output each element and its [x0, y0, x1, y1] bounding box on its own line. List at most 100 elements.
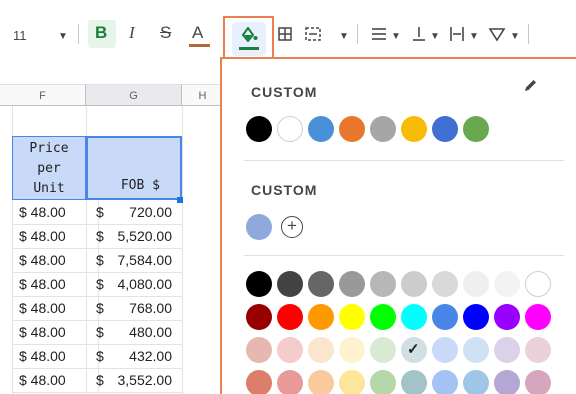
- fob-amount-cell[interactable]: 4,080.00: [118, 273, 173, 296]
- custom-color-swatch[interactable]: [463, 116, 489, 142]
- italic-icon[interactable]: I: [129, 22, 135, 44]
- font-size-value[interactable]: 11: [13, 25, 27, 47]
- fob-currency-symbol[interactable]: $: [96, 345, 104, 368]
- fob-amount-cell[interactable]: 5,520.00: [118, 225, 173, 248]
- horizontal-align-icon[interactable]: [371, 27, 387, 41]
- color-swatch[interactable]: [370, 370, 396, 394]
- color-swatch[interactable]: [339, 271, 365, 297]
- custom-color-swatch[interactable]: [401, 116, 427, 142]
- color-swatch[interactable]: [525, 304, 551, 330]
- color-swatch[interactable]: [308, 370, 334, 394]
- fob-amount-cell[interactable]: 480.00: [129, 321, 172, 344]
- fob-currency-symbol[interactable]: $: [96, 369, 104, 392]
- cell-fob-header[interactable]: FOB $: [86, 136, 182, 200]
- color-swatch[interactable]: [277, 271, 303, 297]
- color-swatch[interactable]: [463, 337, 489, 363]
- color-swatch[interactable]: [432, 271, 458, 297]
- color-swatch[interactable]: [432, 304, 458, 330]
- fob-amount-cell[interactable]: 432.00: [129, 345, 172, 368]
- color-swatch[interactable]: [277, 370, 303, 394]
- merge-cells-icon[interactable]: [305, 27, 321, 41]
- fob-currency-symbol[interactable]: $: [96, 249, 104, 272]
- bold-icon[interactable]: B: [95, 22, 107, 44]
- color-swatch[interactable]: [525, 271, 551, 297]
- price-cell[interactable]: $ 48.00: [19, 345, 66, 368]
- color-swatch[interactable]: ✓: [401, 337, 427, 363]
- toolbar-divider: [78, 24, 79, 44]
- color-swatch[interactable]: [246, 304, 272, 330]
- color-swatch[interactable]: [525, 337, 551, 363]
- caret-down-icon[interactable]: ▼: [510, 26, 520, 48]
- color-swatch[interactable]: [463, 304, 489, 330]
- borders-icon[interactable]: [278, 27, 292, 41]
- caret-down-icon[interactable]: ▼: [339, 26, 349, 48]
- color-swatch[interactable]: [494, 271, 520, 297]
- color-swatch[interactable]: [401, 304, 427, 330]
- fob-amount-cell[interactable]: 720.00: [129, 201, 172, 224]
- color-swatch[interactable]: [339, 337, 365, 363]
- price-cell[interactable]: $ 48.00: [19, 297, 66, 320]
- price-cell[interactable]: $ 48.00: [19, 321, 66, 344]
- price-cell[interactable]: $ 48.00: [19, 201, 66, 224]
- color-swatch[interactable]: [246, 337, 272, 363]
- color-swatch[interactable]: [463, 370, 489, 394]
- color-swatch[interactable]: [401, 370, 427, 394]
- color-swatch[interactable]: [401, 271, 427, 297]
- custom-color-swatch[interactable]: [308, 116, 334, 142]
- fob-currency-symbol[interactable]: $: [96, 297, 104, 320]
- fob-amount-cell[interactable]: 768.00: [129, 297, 172, 320]
- fill-color-button[interactable]: [223, 16, 274, 59]
- color-swatch[interactable]: [494, 370, 520, 394]
- column-header-g[interactable]: G: [86, 84, 182, 106]
- color-swatch[interactable]: [339, 370, 365, 394]
- cell-price-per-unit-header[interactable]: Price per Unit: [12, 136, 86, 200]
- edit-pencil-icon[interactable]: [523, 78, 538, 93]
- price-cell[interactable]: $ 48.00: [19, 273, 66, 296]
- fob-amount-cell[interactable]: 7,584.00: [118, 249, 173, 272]
- color-swatch[interactable]: [494, 304, 520, 330]
- custom-color-swatch[interactable]: [246, 116, 272, 142]
- fob-currency-symbol[interactable]: $: [96, 273, 104, 296]
- color-swatch[interactable]: [308, 271, 334, 297]
- color-swatch[interactable]: [246, 370, 272, 394]
- color-swatch[interactable]: [308, 304, 334, 330]
- fob-currency-symbol[interactable]: $: [96, 201, 104, 224]
- column-header-h[interactable]: H: [182, 84, 223, 106]
- color-swatch[interactable]: [370, 304, 396, 330]
- color-swatch[interactable]: [432, 370, 458, 394]
- custom-color-swatch[interactable]: [432, 116, 458, 142]
- text-rotation-icon[interactable]: [488, 26, 506, 42]
- custom-color-swatch[interactable]: [339, 116, 365, 142]
- caret-down-icon[interactable]: ▼: [391, 26, 401, 48]
- fob-amount-cell[interactable]: 3,552.00: [118, 369, 173, 392]
- header-line: Price: [29, 141, 69, 156]
- fob-currency-symbol[interactable]: $: [96, 321, 104, 344]
- caret-down-icon[interactable]: ▼: [58, 26, 68, 48]
- price-cell[interactable]: $ 48.00: [19, 369, 66, 392]
- color-swatch[interactable]: [463, 271, 489, 297]
- strikethrough-icon[interactable]: S: [160, 22, 171, 44]
- fob-currency-symbol[interactable]: $: [96, 225, 104, 248]
- text-wrap-icon[interactable]: [449, 26, 465, 42]
- color-swatch[interactable]: [277, 304, 303, 330]
- price-cell[interactable]: $ 48.00: [19, 249, 66, 272]
- caret-down-icon[interactable]: ▼: [430, 26, 440, 48]
- text-color-icon[interactable]: A: [192, 22, 203, 44]
- caret-down-icon[interactable]: ▼: [469, 26, 479, 48]
- column-header-f[interactable]: F: [0, 84, 86, 106]
- custom-color-swatch[interactable]: [370, 116, 396, 142]
- price-cell[interactable]: $ 48.00: [19, 225, 66, 248]
- custom-color-swatch[interactable]: [246, 214, 272, 240]
- color-swatch[interactable]: [370, 337, 396, 363]
- color-swatch[interactable]: [277, 337, 303, 363]
- color-swatch[interactable]: [525, 370, 551, 394]
- color-swatch[interactable]: [494, 337, 520, 363]
- add-custom-color-icon[interactable]: +: [281, 216, 303, 238]
- color-swatch[interactable]: [246, 271, 272, 297]
- color-swatch[interactable]: [308, 337, 334, 363]
- color-swatch[interactable]: [339, 304, 365, 330]
- custom-color-swatch[interactable]: [277, 116, 303, 142]
- color-swatch[interactable]: [370, 271, 396, 297]
- color-swatch[interactable]: [432, 337, 458, 363]
- vertical-align-icon[interactable]: [412, 26, 426, 42]
